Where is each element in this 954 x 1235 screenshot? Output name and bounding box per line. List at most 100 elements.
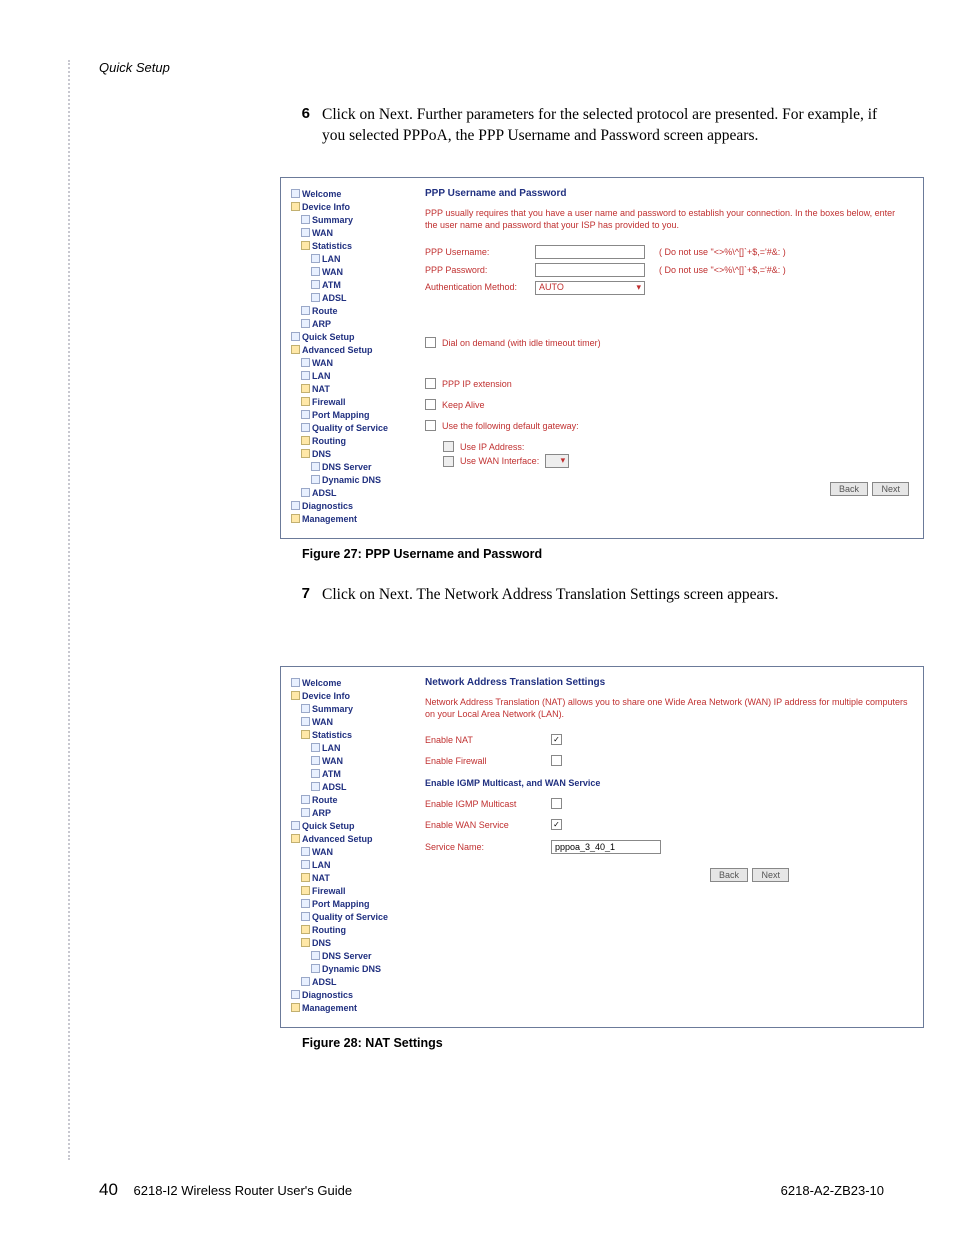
ppp-password-input[interactable] [535, 263, 645, 277]
tree-route[interactable]: Route [291, 305, 413, 318]
tree-qos[interactable]: Quality of Service [291, 422, 413, 435]
tree2-arp[interactable]: ARP [291, 807, 413, 820]
tree-wan[interactable]: WAN [291, 227, 413, 240]
tree-adsl2[interactable]: ADSL [291, 487, 413, 500]
tree-atm[interactable]: ATM [291, 279, 413, 292]
default-gateway-checkbox[interactable] [425, 420, 436, 431]
tree2-adsl[interactable]: ADSL [291, 781, 413, 794]
wan-interface-select[interactable]: ▾ [545, 454, 569, 468]
tree2-summary[interactable]: Summary [291, 703, 413, 716]
figure-27-main: PPP Username and Password PPP usually re… [425, 188, 909, 526]
figure-27-caption: Figure 27: PPP Username and Password [302, 547, 900, 561]
keep-alive-label: Keep Alive [442, 400, 485, 410]
next-button-2[interactable]: Next [752, 868, 789, 882]
use-ip-address-label: Use IP Address: [460, 442, 524, 452]
tree-dynamic-dns[interactable]: Dynamic DNS [291, 474, 413, 487]
nav-tree: Welcome Device Info Summary WAN Statisti… [291, 188, 413, 526]
tree-diagnostics[interactable]: Diagnostics [291, 500, 413, 513]
tree2-wan[interactable]: WAN [291, 716, 413, 729]
tree2-wan3[interactable]: WAN [291, 846, 413, 859]
dial-on-demand-label: Dial on demand (with idle timeout timer) [442, 338, 601, 348]
back-button-2[interactable]: Back [710, 868, 748, 882]
tree2-diagnostics[interactable]: Diagnostics [291, 989, 413, 1002]
page-footer: 40 6218-I2 Wireless Router User's Guide … [99, 1180, 884, 1200]
tree-routing[interactable]: Routing [291, 435, 413, 448]
enable-nat-label: Enable NAT [425, 735, 545, 745]
enable-igmp-checkbox[interactable] [551, 798, 562, 809]
tree-advanced-setup[interactable]: Advanced Setup [291, 344, 413, 357]
tree-welcome[interactable]: Welcome [291, 188, 413, 201]
tree2-lan[interactable]: LAN [291, 742, 413, 755]
tree-port-mapping[interactable]: Port Mapping [291, 409, 413, 422]
use-wan-interface-checkbox[interactable] [443, 456, 454, 467]
figure-27-desc: PPP usually requires that you have a use… [425, 207, 909, 231]
tree-dns[interactable]: DNS [291, 448, 413, 461]
tree2-port-mapping[interactable]: Port Mapping [291, 898, 413, 911]
step-6-number: 6 [280, 105, 322, 147]
tree2-dns[interactable]: DNS [291, 937, 413, 950]
auth-method-select[interactable]: AUTO ▾ [535, 281, 645, 295]
tree-summary[interactable]: Summary [291, 214, 413, 227]
step-7-text: Click on Next. The Network Address Trans… [322, 585, 900, 606]
tree-dns-server[interactable]: DNS Server [291, 461, 413, 474]
tree2-adsl2[interactable]: ADSL [291, 976, 413, 989]
tree-lan[interactable]: LAN [291, 253, 413, 266]
tree2-dynamic-dns[interactable]: Dynamic DNS [291, 963, 413, 976]
ppp-password-note: ( Do not use "<>%\^[]`+$,='#&: ) [659, 265, 786, 275]
figure-28-screenshot: Welcome Device Info Summary WAN Statisti… [280, 666, 924, 1028]
tree2-device-info[interactable]: Device Info [291, 690, 413, 703]
keep-alive-checkbox[interactable] [425, 399, 436, 410]
tree2-management[interactable]: Management [291, 1002, 413, 1015]
tree2-lan2[interactable]: LAN [291, 859, 413, 872]
tree-wan3[interactable]: WAN [291, 357, 413, 370]
tree2-welcome[interactable]: Welcome [291, 677, 413, 690]
use-wan-interface-label: Use WAN Interface: [460, 456, 539, 466]
tree-lan2[interactable]: LAN [291, 370, 413, 383]
tree-statistics[interactable]: Statistics [291, 240, 413, 253]
figure-28-title: Network Address Translation Settings [425, 677, 909, 688]
tree-wan2[interactable]: WAN [291, 266, 413, 279]
enable-wan-service-checkbox[interactable]: ✓ [551, 819, 562, 830]
tree-device-info[interactable]: Device Info [291, 201, 413, 214]
nav-tree-2: Welcome Device Info Summary WAN Statisti… [291, 677, 413, 1015]
tree2-advanced-setup[interactable]: Advanced Setup [291, 833, 413, 846]
service-name-input[interactable] [551, 840, 661, 854]
tree2-route[interactable]: Route [291, 794, 413, 807]
default-gateway-label: Use the following default gateway: [442, 421, 579, 431]
tree-firewall[interactable]: Firewall [291, 396, 413, 409]
tree2-statistics[interactable]: Statistics [291, 729, 413, 742]
tree2-routing[interactable]: Routing [291, 924, 413, 937]
step-6-text: Click on Next. Further parameters for th… [322, 105, 900, 147]
page-header-title: Quick Setup [99, 60, 170, 75]
figure-28-main: Network Address Translation Settings Net… [425, 677, 909, 1015]
tree-arp[interactable]: ARP [291, 318, 413, 331]
dial-on-demand-checkbox[interactable] [425, 337, 436, 348]
tree2-firewall[interactable]: Firewall [291, 885, 413, 898]
step-7: 7 Click on Next. The Network Address Tra… [280, 585, 900, 606]
next-button[interactable]: Next [872, 482, 909, 496]
use-ip-address-checkbox[interactable] [443, 441, 454, 452]
footer-guide-name: 6218-I2 Wireless Router User's Guide [134, 1183, 353, 1198]
tree2-qos[interactable]: Quality of Service [291, 911, 413, 924]
tree2-dns-server[interactable]: DNS Server [291, 950, 413, 963]
ppp-ip-extension-checkbox[interactable] [425, 378, 436, 389]
auth-method-label: Authentication Method: [425, 283, 535, 293]
enable-firewall-checkbox[interactable] [551, 755, 562, 766]
tree2-nat[interactable]: NAT [291, 872, 413, 885]
figure-27-title: PPP Username and Password [425, 188, 909, 199]
ppp-password-label: PPP Password: [425, 265, 535, 275]
tree2-atm[interactable]: ATM [291, 768, 413, 781]
tree-management[interactable]: Management [291, 513, 413, 526]
figure-27-screenshot: Welcome Device Info Summary WAN Statisti… [280, 177, 924, 539]
back-button[interactable]: Back [830, 482, 868, 496]
tree-nat[interactable]: NAT [291, 383, 413, 396]
ppp-username-label: PPP Username: [425, 247, 535, 257]
step-6: 6 Click on Next. Further parameters for … [280, 105, 900, 147]
tree2-quick-setup[interactable]: Quick Setup [291, 820, 413, 833]
footer-page-number: 40 [99, 1180, 118, 1199]
tree-adsl[interactable]: ADSL [291, 292, 413, 305]
enable-nat-checkbox[interactable]: ✓ [551, 734, 562, 745]
tree2-wan2[interactable]: WAN [291, 755, 413, 768]
ppp-username-input[interactable] [535, 245, 645, 259]
tree-quick-setup[interactable]: Quick Setup [291, 331, 413, 344]
